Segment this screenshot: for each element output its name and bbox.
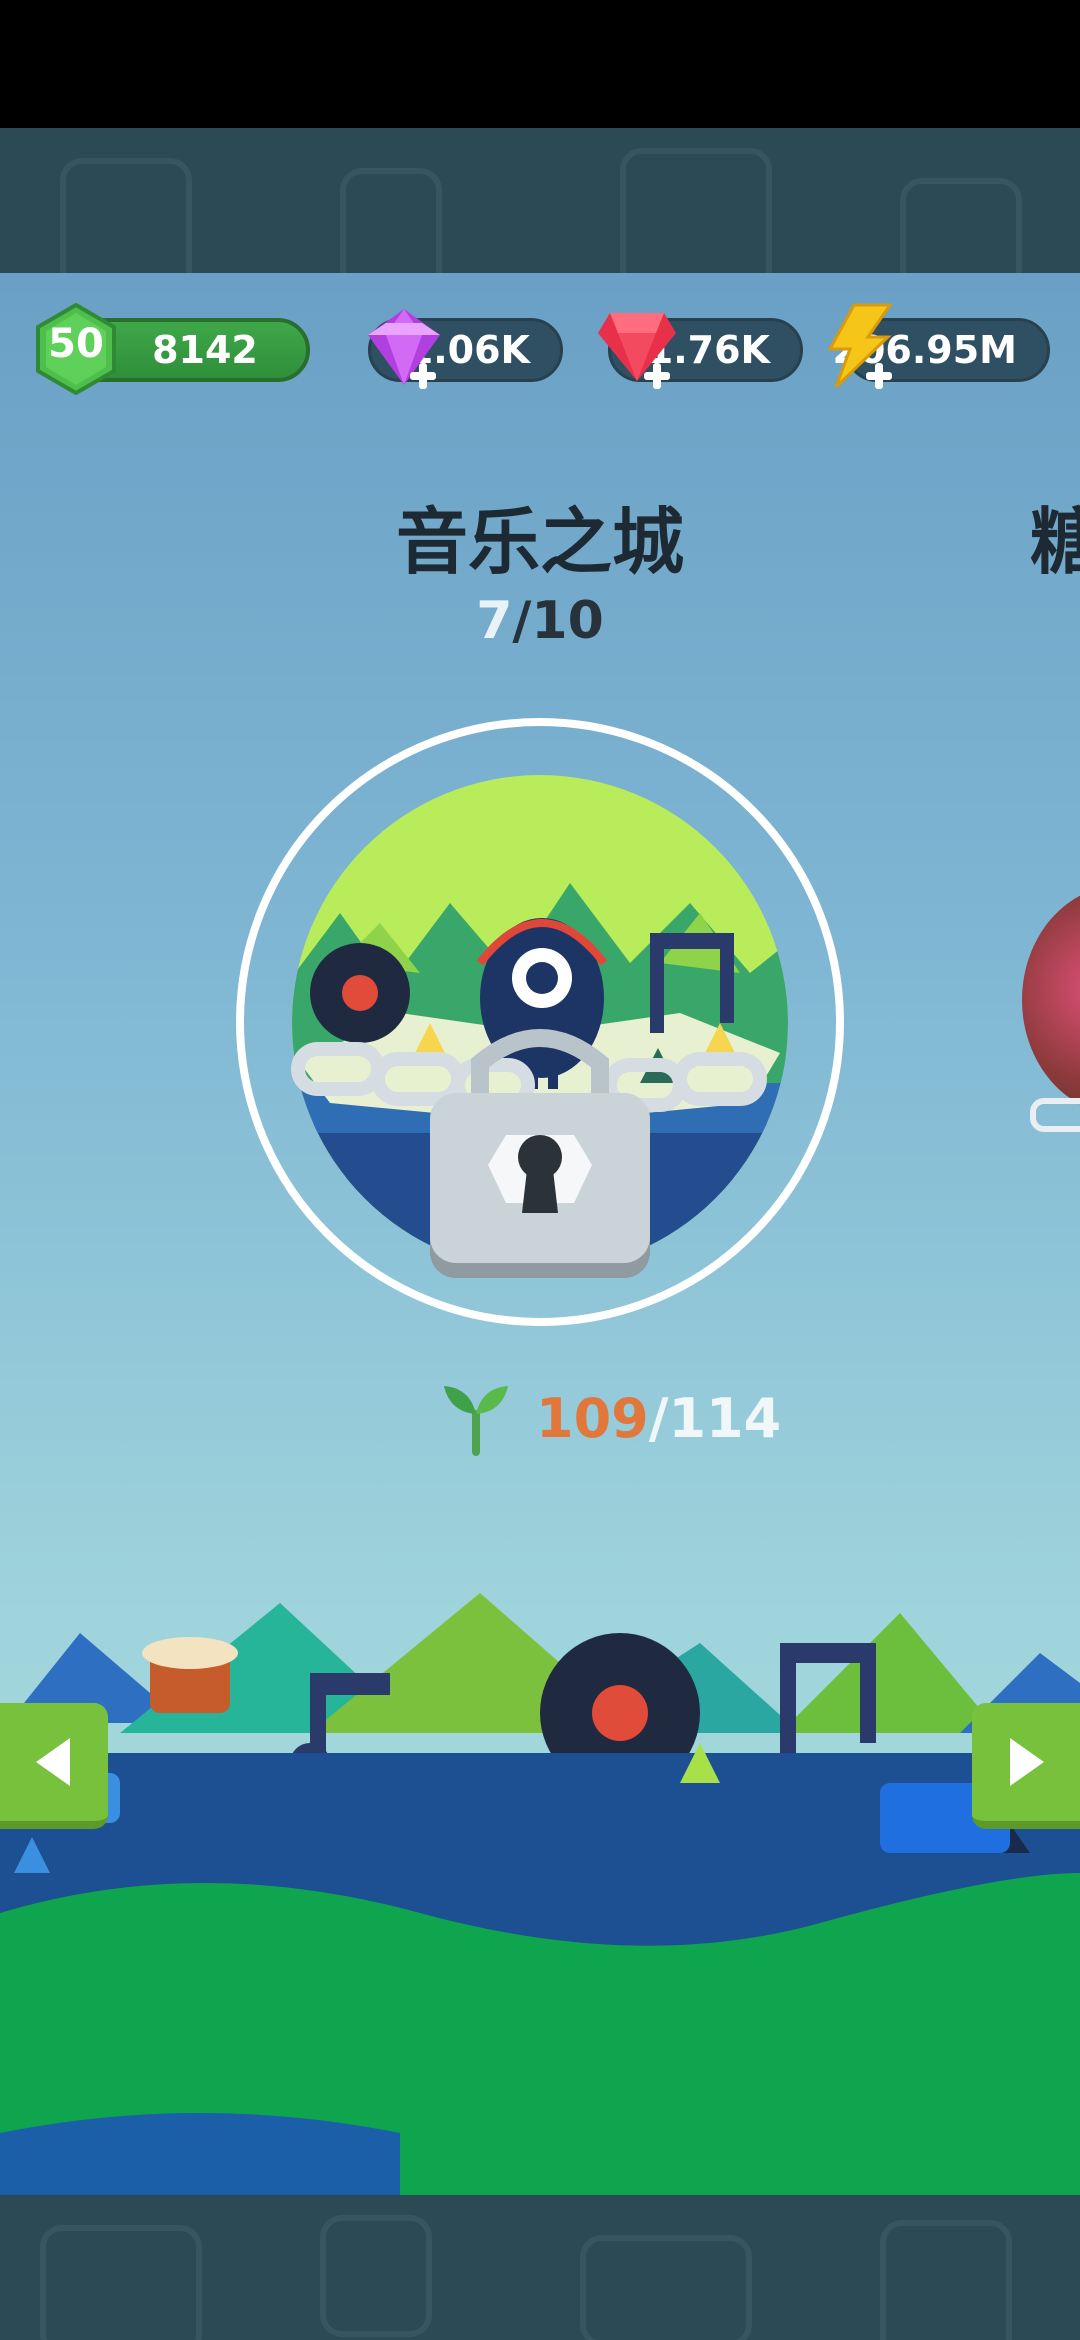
progress-total: /10 <box>512 591 604 651</box>
add-purple-gems-icon[interactable] <box>408 361 438 391</box>
world-title: 音乐之城 <box>395 500 684 584</box>
triangle-right-icon <box>1010 1738 1044 1786</box>
next-world-button[interactable] <box>972 1703 1080 1829</box>
triangle-left-icon <box>36 1738 70 1786</box>
status-bar <box>0 0 1080 128</box>
world-progress: 7/10 <box>440 591 640 651</box>
add-energy-icon[interactable] <box>864 361 894 391</box>
sprouts-total: /114 <box>648 1386 782 1450</box>
sprout-icon <box>444 1386 508 1456</box>
bottom-decor-band <box>0 2195 1080 2340</box>
world-select-scene: 8142 50 1.06K 1.76K 206.95M 音乐之城 糖 7/10 <box>0 273 1080 2195</box>
next-world-globe[interactable] <box>1022 885 1080 1115</box>
previous-world-button[interactable] <box>0 1703 108 1829</box>
sprouts-current: 109 <box>536 1386 649 1450</box>
sprout-count-text: 109/114 <box>536 1387 781 1450</box>
top-decor-band <box>0 128 1080 273</box>
add-red-gems-icon[interactable] <box>642 361 672 391</box>
locked-world-globe[interactable] <box>280 763 800 1343</box>
landscape-decoration <box>0 1593 1080 2195</box>
progress-current: 7 <box>476 591 513 651</box>
sprout-counter: 109/114 <box>440 1378 781 1458</box>
next-world-title: 糖 <box>1030 500 1080 584</box>
experience-value: 8142 <box>152 328 258 372</box>
player-level: 50 <box>48 321 104 367</box>
next-world-chain <box>1030 1098 1080 1132</box>
